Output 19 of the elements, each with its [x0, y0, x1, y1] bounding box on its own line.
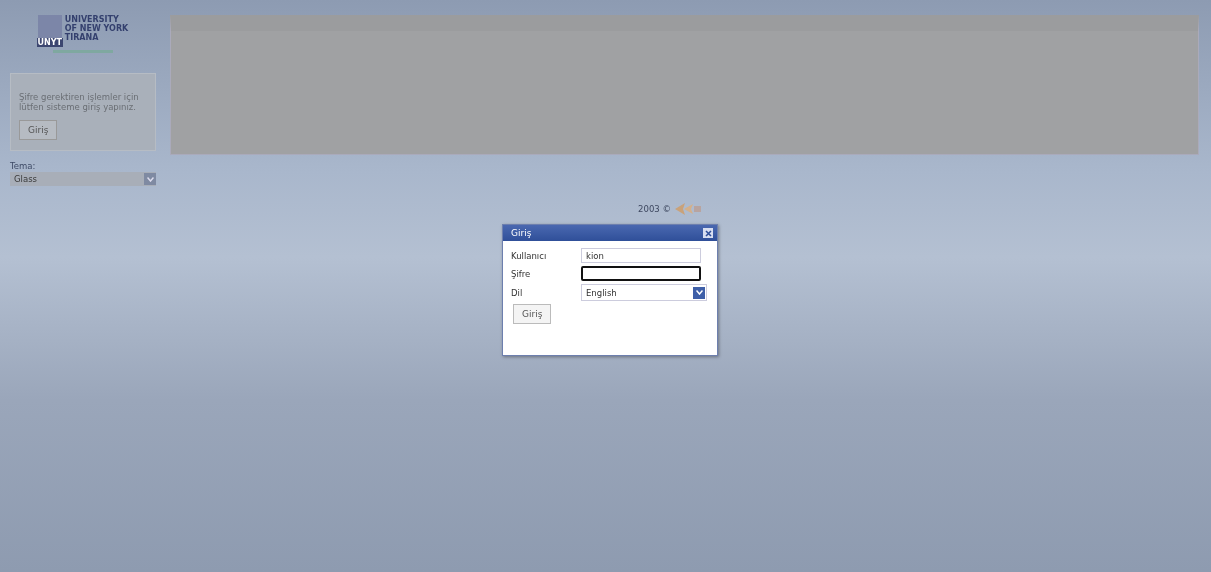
logo-text: UNIVERSITY OF NEW YORK TIRANA [64, 15, 129, 42]
chevron-down-icon [695, 290, 703, 295]
logo-badge: UNYT [36, 38, 63, 47]
password-field[interactable] [581, 266, 701, 281]
dialog-title: Giriş [511, 228, 532, 238]
theme-label: Tema: [10, 161, 37, 171]
username-field[interactable]: kion [581, 248, 701, 263]
login-button[interactable]: Giriş [19, 120, 58, 140]
field-label: Şifre [511, 268, 532, 279]
chevron-down-icon [146, 176, 154, 182]
login-button[interactable]: Giriş [513, 304, 552, 324]
close-button[interactable] [703, 228, 713, 238]
theme-select[interactable]: Glass [10, 172, 156, 186]
copyright-text: 2003 © [638, 204, 671, 214]
login-message: Şifre gerektiren işlemler için lütfen sisteme giriş yapınız. [19, 92, 140, 112]
language-select[interactable]: English [581, 284, 707, 301]
field-label: Dil [511, 287, 524, 298]
field-label: Kullanıcı [511, 250, 548, 261]
logo-icon [674, 203, 701, 215]
